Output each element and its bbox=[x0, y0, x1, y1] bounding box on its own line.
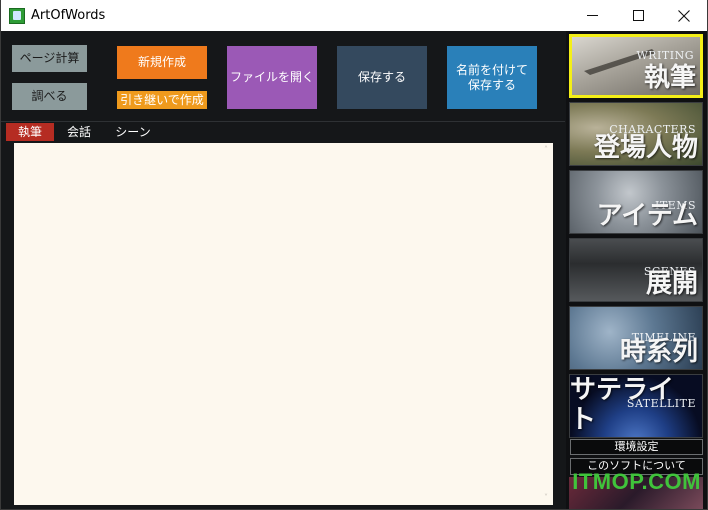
close-icon bbox=[678, 9, 690, 22]
maximize-button[interactable] bbox=[615, 0, 661, 31]
sidebar-item-satellite[interactable]: SATELLITE サテライト bbox=[569, 374, 703, 438]
sidebar-item-writing[interactable]: WRITING 執筆 bbox=[569, 34, 703, 98]
main-panel: ページ計算 調べる 新規作成 引き継いで作成 ファイルを開く 保存する 名前を付… bbox=[1, 31, 565, 509]
scroll-up-icon[interactable]: ˄ bbox=[542, 146, 550, 154]
minimize-icon bbox=[586, 14, 598, 16]
sidebar-item-scenes[interactable]: SCENES 展開 bbox=[569, 238, 703, 302]
tab-writing[interactable]: 執筆 bbox=[6, 123, 54, 141]
tile-timeline-jp: 時系列 bbox=[619, 337, 698, 367]
sidebar-item-timeline[interactable]: TIMELINE 時系列 bbox=[569, 306, 703, 370]
sidebar: WRITING 執筆 CHARACTERS 登場人物 ITEMS アイテム SC… bbox=[566, 31, 707, 509]
scroll-down-icon[interactable]: ˅ bbox=[542, 494, 550, 502]
sidebar-item-characters[interactable]: CHARACTERS 登場人物 bbox=[569, 102, 703, 166]
open-file-button[interactable]: ファイルを開く bbox=[227, 46, 317, 109]
tile-writing-jp: 執筆 bbox=[643, 63, 696, 93]
tab-dialogue[interactable]: 会話 bbox=[62, 123, 96, 141]
toolbar-divider bbox=[1, 121, 565, 122]
tile-items-jp: アイテム bbox=[596, 201, 698, 231]
tab-scene[interactable]: シーン bbox=[110, 123, 156, 141]
tile-scenes-jp: 展開 bbox=[645, 269, 698, 299]
settings-button[interactable]: 環境設定 bbox=[570, 439, 703, 455]
save-as-button[interactable]: 名前を付けて 保存する bbox=[447, 46, 537, 109]
tile-characters-jp: 登場人物 bbox=[593, 133, 698, 163]
sidebar-item-items[interactable]: ITEMS アイテム bbox=[569, 170, 703, 234]
minimize-button[interactable] bbox=[569, 0, 615, 31]
app-window: ArtOfWords ページ計算 調べる 新規作成 引き継いで作成 ファイルを開… bbox=[0, 0, 708, 510]
close-button[interactable] bbox=[661, 0, 707, 31]
window-title: ArtOfWords bbox=[31, 8, 106, 23]
editor-scrollbar[interactable]: ˄ ˅ bbox=[539, 143, 553, 505]
inherit-create-button[interactable]: 引き継いで作成 bbox=[117, 91, 207, 109]
new-create-button[interactable]: 新規作成 bbox=[117, 46, 207, 79]
save-button[interactable]: 保存する bbox=[337, 46, 427, 109]
app-logo-icon bbox=[9, 8, 25, 24]
page-calc-button[interactable]: ページ計算 bbox=[12, 45, 87, 72]
writing-editor[interactable]: ˄ ˅ bbox=[14, 143, 553, 505]
tile-satellite-jp: サテライト bbox=[570, 375, 675, 435]
save-as-label-line1: 名前を付けて bbox=[455, 62, 528, 77]
lookup-button[interactable]: 調べる bbox=[12, 83, 87, 110]
title-bar: ArtOfWords bbox=[1, 0, 707, 31]
watermark-text: ITMOP.COM bbox=[572, 469, 701, 494]
save-as-label-line2: 保存する bbox=[467, 77, 516, 92]
maximize-icon bbox=[632, 10, 644, 21]
tile-writing-en: WRITING bbox=[636, 49, 694, 62]
